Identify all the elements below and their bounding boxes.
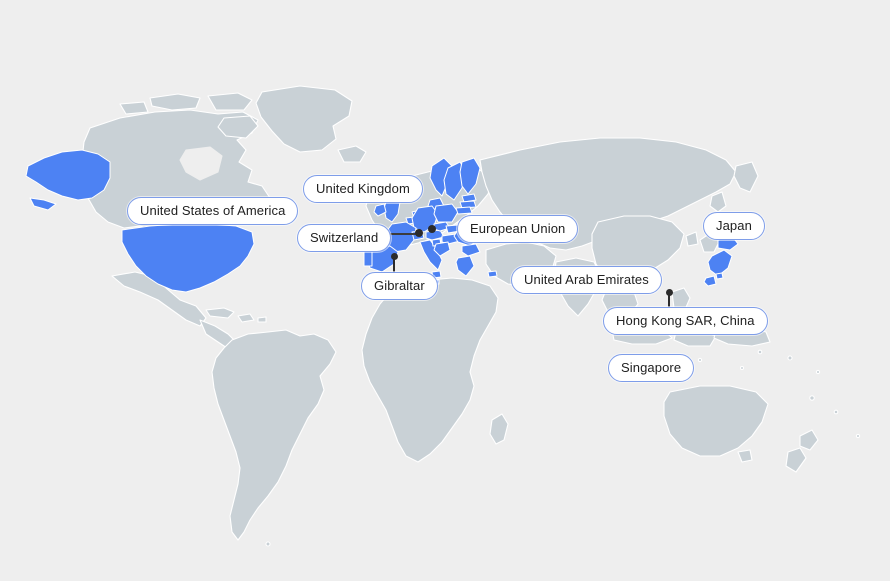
island-dot-3 [787,355,793,361]
map-label-united-states-of-america[interactable]: United States of America [127,197,299,225]
island-dot-2 [833,409,839,415]
land-canada-arctic-1 [149,93,201,111]
map-label-european-union[interactable]: European Union [457,215,579,243]
world-map-container: United States of America United Kingdom … [0,0,890,581]
highlight-japan-shikoku [715,272,724,280]
island-dot-4 [815,369,821,375]
highlight-lithuania [455,206,473,215]
land-puerto-rico [257,316,267,323]
map-label-united-arab-emirates[interactable]: United Arab Emirates [511,266,662,294]
island-dot-9 [265,541,271,547]
world-map-svg [0,0,890,581]
island-dot-8 [855,433,861,439]
island-dot-7 [697,357,703,363]
map-label-singapore[interactable]: Singapore [608,354,695,382]
highlight-switzerland [411,230,425,241]
map-label-japan[interactable]: Japan [703,212,765,240]
map-label-united-kingdom[interactable]: United Kingdom [303,175,423,203]
island-dot-6 [739,365,745,371]
map-label-hong-kong-sar-china[interactable]: Hong Kong SAR, China [603,307,768,335]
map-label-gibraltar[interactable]: Gibraltar [361,272,438,300]
island-dot-5 [757,349,763,355]
highlight-cyprus [487,270,498,278]
island-dot-1 [809,395,815,401]
map-label-switzerland[interactable]: Switzerland [297,224,392,252]
